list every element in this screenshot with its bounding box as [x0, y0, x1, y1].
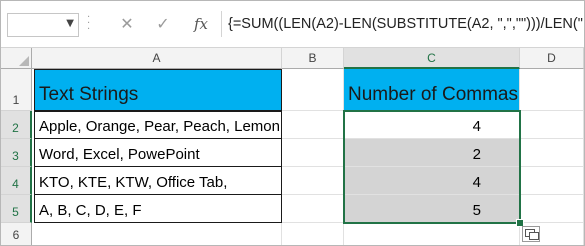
cell-b3[interactable] — [282, 139, 344, 167]
cell-c4[interactable]: 4 — [344, 167, 520, 195]
cell-c5[interactable]: 5 — [344, 195, 520, 223]
cell-d5[interactable] — [520, 195, 584, 223]
row-number: 3 — [12, 149, 19, 163]
cell-b4[interactable] — [282, 167, 344, 195]
formula-bar-grip-icon[interactable]: · · · — [87, 13, 93, 35]
cell-c3[interactable]: 2 — [344, 139, 520, 167]
row-header-4[interactable]: 4 — [1, 167, 32, 195]
cell-c6[interactable] — [344, 223, 520, 245]
cell-d4[interactable] — [520, 167, 584, 195]
cell-c2[interactable]: 4 — [344, 111, 520, 139]
column-header-c[interactable]: C — [344, 48, 520, 69]
quick-analysis-icon-front — [529, 232, 539, 240]
cell-b6[interactable] — [282, 223, 344, 245]
insert-function-icon[interactable]: fx — [187, 11, 215, 37]
cell-b2[interactable] — [282, 111, 344, 139]
cell-c4-value: 4 — [472, 174, 481, 191]
column-header-a[interactable]: A — [32, 48, 282, 69]
cancel-icon[interactable]: ✕ — [113, 11, 141, 37]
select-all-corner[interactable] — [1, 48, 32, 69]
cell-a3-text: Word, Excel, PowePoint — [39, 146, 200, 163]
cell-a4-text: KTO, KTE, KTW, Office Tab, — [39, 174, 228, 191]
cell-d1[interactable] — [520, 69, 584, 111]
column-header-b[interactable]: B — [282, 48, 344, 69]
cell-c3-value: 2 — [472, 146, 481, 163]
cell-a1[interactable]: Text Strings — [34, 69, 282, 111]
cell-b5[interactable] — [282, 195, 344, 223]
cell-a1-text: Text Strings — [39, 84, 139, 105]
row-number: 2 — [12, 121, 19, 135]
row-header-1[interactable]: 1 — [1, 69, 32, 111]
cell-c1[interactable]: Number of Commas — [344, 69, 520, 111]
row-header-5[interactable]: 5 — [1, 195, 32, 223]
cell-a2-text: Apple, Orange, Pear, Peach, Lemon — [39, 118, 280, 135]
enter-icon[interactable]: ✓ — [149, 11, 177, 37]
cell-c2-value: 4 — [472, 118, 481, 135]
row-header-3[interactable]: 3 — [1, 139, 32, 167]
row-number: 5 — [12, 205, 19, 219]
column-header-d[interactable]: D — [520, 48, 584, 69]
cell-a5-text: A, B, C, D, E, F — [39, 202, 142, 219]
cell-a3[interactable]: Word, Excel, PowePoint — [34, 138, 282, 167]
formula-bar: ▼ · · · ✕ ✓ fx {=SUM((LEN(A2)-LEN(SUBSTITU… — [1, 1, 584, 48]
cell-d2[interactable] — [520, 111, 584, 139]
cell-a2[interactable]: Apple, Orange, Pear, Peach, Lemon — [34, 111, 282, 139]
name-box[interactable]: ▼ — [7, 13, 79, 37]
cell-b1[interactable] — [282, 69, 344, 111]
row-number: 6 — [12, 228, 20, 242]
cell-a4[interactable]: KTO, KTE, KTW, Office Tab, — [34, 166, 282, 195]
chevron-down-icon[interactable]: ▼ — [66, 18, 74, 29]
quick-analysis-button[interactable] — [522, 226, 540, 242]
row-number: 4 — [12, 177, 19, 191]
cell-a6[interactable] — [32, 223, 282, 245]
row-header-6[interactable]: 6 — [1, 223, 32, 245]
cell-c1-text: Number of Commas — [348, 84, 518, 105]
select-all-icon — [19, 56, 29, 66]
spreadsheet-window: ▼ · · · ✕ ✓ fx {=SUM((LEN(A2)-LEN(SUBSTITU… — [0, 0, 585, 246]
cell-d3[interactable] — [520, 139, 584, 167]
cell-a5[interactable]: A, B, C, D, E, F — [34, 194, 282, 223]
row-number: 1 — [12, 93, 20, 107]
formula-input[interactable]: {=SUM((LEN(A2)-LEN(SUBSTITUTE(A2, ",",""… — [221, 11, 584, 37]
cell-c5-value: 5 — [472, 202, 481, 219]
row-header-2[interactable]: 2 — [1, 111, 32, 139]
